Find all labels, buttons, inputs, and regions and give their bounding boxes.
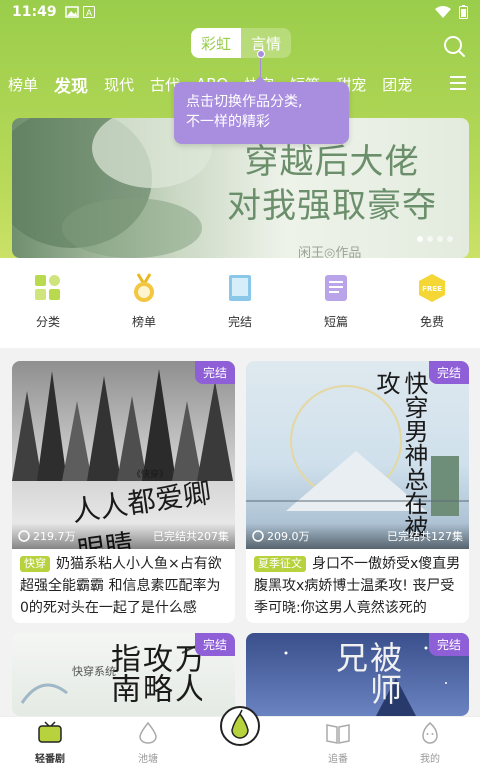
banner-pagination bbox=[417, 236, 453, 242]
cover-stats: 209.0万 已完结共127集 bbox=[246, 523, 469, 549]
battery-icon bbox=[459, 5, 468, 19]
status-bar: 11:49 A bbox=[0, 0, 480, 24]
completed-badge: 完结 bbox=[194, 633, 235, 656]
nav-tv-series-label: 轻番剧 bbox=[35, 754, 65, 765]
cover-subtitle: 《快穿》 bbox=[132, 470, 169, 480]
card-desc-text: 奶猫系粘人小人鱼×占有欲超强全能霸霸 和信息素匹配率为0的死对头在一起了是什么感 bbox=[20, 556, 222, 616]
switch-rainbow[interactable]: 彩虹 bbox=[191, 28, 241, 58]
book-card[interactable]: 被师兄 完结 bbox=[246, 633, 469, 716]
book-card[interactable]: 人人都爱卿眼睛 《快穿》 完结 219.7万 已完结共207集 快穿 奶猫系粘人小… bbox=[12, 361, 235, 623]
genre-switcher: 彩虹 言情 bbox=[191, 28, 291, 58]
view-count: 219.7万 bbox=[18, 528, 76, 544]
status-time: 11:49 bbox=[12, 4, 57, 20]
banner-dot bbox=[447, 236, 453, 242]
cover-title: 被师兄 bbox=[331, 641, 401, 705]
nav-tv-series[interactable]: 轻番剧 bbox=[10, 721, 90, 765]
book-cover: 被师兄 完结 bbox=[246, 633, 469, 716]
book-icon bbox=[229, 275, 251, 301]
cover-stats: 219.7万 已完结共207集 bbox=[12, 523, 235, 549]
banner-title-line1: 穿越后大佬 bbox=[244, 142, 420, 182]
tab-group-pet[interactable]: 团宠 bbox=[374, 74, 420, 95]
quick-completed-label: 完结 bbox=[227, 315, 252, 329]
center-action-button[interactable] bbox=[220, 706, 260, 746]
cover-subtitle: 快穿系统 bbox=[72, 665, 116, 678]
category-icon bbox=[35, 275, 60, 300]
quick-short-label: 短篇 bbox=[323, 315, 348, 329]
tab-ranking[interactable]: 榜单 bbox=[0, 74, 46, 95]
quick-free[interactable]: FREE 免费 bbox=[397, 272, 467, 330]
genre-tag: 快穿 bbox=[20, 556, 50, 572]
search-icon[interactable] bbox=[442, 34, 466, 58]
banner-dot bbox=[437, 236, 443, 242]
play-count-icon bbox=[252, 530, 264, 542]
tooltip-connector bbox=[260, 58, 261, 78]
nav-follow[interactable]: 追番 bbox=[298, 721, 378, 765]
view-count-value: 209.0万 bbox=[267, 530, 310, 543]
tab-discover[interactable]: 发现 bbox=[46, 72, 96, 97]
nav-pond[interactable]: 池塘 bbox=[108, 721, 188, 765]
menu-icon[interactable] bbox=[448, 74, 468, 92]
wifi-icon bbox=[435, 6, 451, 18]
nav-pond-label: 池塘 bbox=[138, 754, 158, 765]
nav-profile[interactable]: 我的 bbox=[390, 721, 470, 765]
category-tooltip[interactable]: 点击切换作品分类, 不一样的精彩 bbox=[174, 76, 349, 144]
episode-count: 已完结共127集 bbox=[387, 530, 463, 543]
tooltip-line1: 点击切换作品分类, bbox=[186, 94, 303, 110]
free-icon: FREE bbox=[419, 274, 445, 302]
status-notification-icons: A bbox=[64, 6, 95, 18]
card-description: 快穿 奶猫系粘人小人鱼×占有欲超强全能霸霸 和信息素匹配率为0的死对头在一起了是什… bbox=[12, 549, 235, 623]
pear-icon bbox=[231, 709, 249, 739]
completed-badge: 完结 bbox=[194, 361, 235, 384]
bookshelf-icon bbox=[326, 724, 350, 744]
quick-free-label: 免费 bbox=[419, 315, 444, 329]
document-icon bbox=[325, 275, 347, 301]
view-count-value: 219.7万 bbox=[33, 530, 76, 543]
banner-title: 穿越后大佬 对我强取豪夺 bbox=[202, 140, 462, 228]
book-cover: 快穿男神总在被攻 完结 209.0万 已完结共127集 bbox=[246, 361, 469, 549]
banner-author: 闲王◎作品 bbox=[298, 246, 362, 258]
view-count: 209.0万 bbox=[252, 528, 310, 544]
book-cover: 万人攻略指南 快穿系统 完结 bbox=[12, 633, 235, 716]
nav-profile-label: 我的 bbox=[420, 754, 440, 765]
svg-text:FREE: FREE bbox=[422, 285, 442, 293]
a-icon: A bbox=[82, 6, 95, 18]
tooltip-line2: 不一样的精彩 bbox=[186, 114, 270, 130]
banner-title-line2: 对我强取豪夺 bbox=[227, 186, 437, 226]
card-description: 夏季征文 身口不一傲娇受x傻直男腹黑攻x病娇博士温柔攻! 丧尸受季可晓:你这男人竟… bbox=[246, 549, 469, 623]
svg-text:A: A bbox=[86, 9, 93, 18]
episode-count: 已完结共207集 bbox=[153, 530, 229, 543]
gallery-icon bbox=[64, 6, 79, 18]
cover-title: 万人攻略指南 bbox=[105, 643, 202, 703]
profile-icon bbox=[422, 722, 438, 744]
book-cover: 人人都爱卿眼睛 《快穿》 完结 219.7万 已完结共207集 bbox=[12, 361, 235, 549]
quick-category-label: 分类 bbox=[35, 315, 60, 329]
play-count-icon bbox=[18, 530, 30, 542]
quick-short[interactable]: 短篇 bbox=[301, 272, 371, 330]
genre-tag: 夏季征文 bbox=[254, 556, 306, 572]
quick-ranking[interactable]: 榜单 bbox=[109, 272, 179, 330]
banner-dot bbox=[427, 236, 433, 242]
completed-badge: 完结 bbox=[428, 361, 469, 384]
nav-follow-label: 追番 bbox=[328, 754, 348, 765]
tv-icon bbox=[38, 721, 62, 743]
book-card[interactable]: 万人攻略指南 快穿系统 完结 bbox=[12, 633, 235, 716]
banner-dot bbox=[417, 236, 423, 242]
tab-modern[interactable]: 现代 bbox=[96, 74, 142, 95]
completed-badge: 完结 bbox=[428, 633, 469, 656]
switch-romance[interactable]: 言情 bbox=[241, 28, 291, 58]
pond-icon bbox=[139, 721, 157, 744]
quick-category[interactable]: 分类 bbox=[13, 272, 83, 330]
quick-completed[interactable]: 完结 bbox=[205, 272, 275, 330]
book-card[interactable]: 快穿男神总在被攻 完结 209.0万 已完结共127集 夏季征文 身口不一傲娇受x… bbox=[246, 361, 469, 623]
quick-ranking-label: 榜单 bbox=[131, 315, 156, 329]
tooltip-anchor bbox=[257, 50, 265, 58]
medal-icon bbox=[134, 273, 154, 302]
